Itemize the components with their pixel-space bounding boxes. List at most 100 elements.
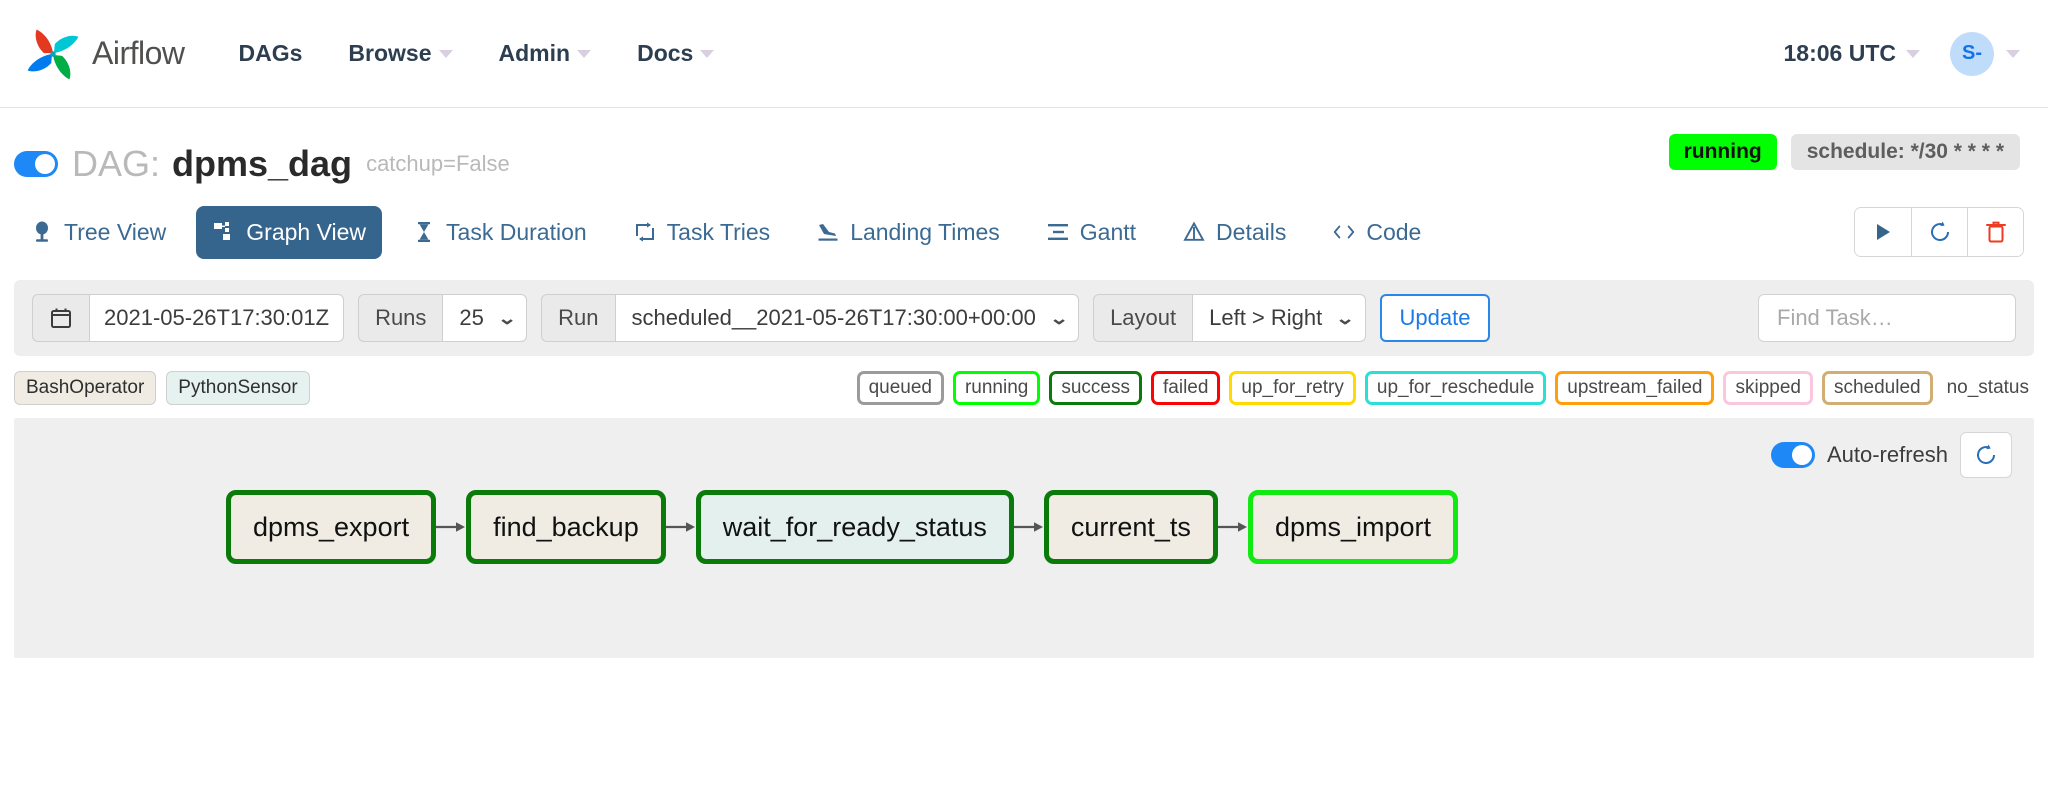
brand-name: Airflow	[92, 35, 185, 72]
dag-run-select[interactable]: scheduled__2021-05-26T17:30:00+00:00 ⌄	[615, 294, 1080, 342]
tab-label: Graph View	[246, 219, 366, 246]
dag-run-value: scheduled__2021-05-26T17:30:00+00:00	[632, 305, 1036, 331]
chevron-down-icon: ⌄	[1335, 310, 1355, 327]
tab-gantt[interactable]: Gantt	[1030, 206, 1152, 259]
graph-icon	[212, 220, 236, 244]
nav-label-admin: Admin	[499, 40, 571, 67]
base-date-group: 2021-05-26T17:30:01Z	[32, 294, 344, 342]
view-tabs: Tree View Graph View Task Duration Task …	[0, 194, 2048, 270]
base-date-input[interactable]: 2021-05-26T17:30:01Z	[89, 294, 344, 342]
refresh-icon	[1928, 220, 1952, 244]
nav-item-browse[interactable]: Browse	[348, 40, 452, 67]
timezone-selector[interactable]: 18:06 UTC	[1784, 40, 1920, 67]
chevron-down-icon: ⌄	[1049, 310, 1069, 327]
status-chip-up-for-reschedule: up_for_reschedule	[1365, 371, 1546, 405]
tab-graph-view[interactable]: Graph View	[196, 206, 382, 259]
run-group: Run scheduled__2021-05-26T17:30:00+00:00…	[541, 294, 1079, 342]
brand-home-link[interactable]: Airflow	[24, 25, 185, 83]
calendar-icon[interactable]	[32, 294, 89, 342]
nav-label-docs: Docs	[637, 40, 693, 67]
triangle-info-icon	[1182, 220, 1206, 244]
status-chip-no-status: no_status	[1942, 371, 2034, 405]
gantt-bars-icon	[1046, 220, 1070, 244]
chevron-down-icon	[439, 50, 453, 58]
auto-refresh-toggle[interactable]	[1771, 442, 1815, 468]
runs-group: Runs 25 ⌄	[358, 294, 527, 342]
page-title: dpms_dag	[172, 143, 352, 185]
refresh-dag-button[interactable]	[1911, 208, 1967, 256]
layout-label: Layout	[1093, 294, 1192, 342]
status-legend: queued running success failed up_for_ret…	[857, 371, 2034, 405]
task-node-dpms-import[interactable]: dpms_import	[1248, 490, 1458, 564]
tab-label: Task Duration	[446, 219, 587, 246]
play-icon	[1872, 221, 1894, 243]
nav-item-docs[interactable]: Docs	[637, 40, 714, 67]
status-chip-upstream-failed: upstream_failed	[1555, 371, 1714, 405]
navbar-right: 18:06 UTC S-	[1784, 32, 2020, 76]
status-chip-queued: queued	[857, 371, 944, 405]
layout-select[interactable]: Left > Right ⌄	[1192, 294, 1365, 342]
schedule-badge[interactable]: schedule: */30 * * * *	[1791, 134, 2020, 170]
dag-pause-toggle[interactable]	[14, 151, 58, 177]
status-chip-skipped: skipped	[1723, 371, 1813, 405]
tab-task-tries[interactable]: Task Tries	[617, 206, 787, 259]
status-badge: running	[1669, 134, 1777, 170]
dag-header: DAG: dpms_dag catchup=False running sche…	[0, 108, 2048, 194]
chevron-down-icon	[577, 50, 591, 58]
dag-catchup-label: catchup=False	[366, 151, 510, 177]
tab-label: Landing Times	[850, 219, 1000, 246]
trash-icon	[1985, 220, 2007, 244]
tab-label: Tree View	[64, 219, 166, 246]
tab-label: Gantt	[1080, 219, 1136, 246]
chevron-down-icon	[1906, 50, 1920, 58]
find-task-input[interactable]: Find Task…	[1758, 294, 2016, 342]
retry-icon	[633, 220, 657, 244]
user-menu[interactable]: S-	[1950, 32, 2020, 76]
edge-arrow-icon	[1014, 520, 1044, 534]
avatar: S-	[1950, 32, 1994, 76]
run-label: Run	[541, 294, 614, 342]
legend-row: BashOperator PythonSensor queued running…	[0, 356, 2048, 418]
num-runs-value: 25	[459, 305, 483, 331]
status-chip-up-for-retry: up_for_retry	[1229, 371, 1355, 405]
delete-dag-button[interactable]	[1967, 208, 2023, 256]
chevron-down-icon: ⌄	[497, 310, 517, 327]
tab-code[interactable]: Code	[1316, 206, 1437, 259]
tab-task-duration[interactable]: Task Duration	[396, 206, 603, 259]
clock-label: 18:06 UTC	[1784, 40, 1896, 67]
airflow-pinwheel-logo	[24, 25, 82, 83]
edge-arrow-icon	[436, 520, 466, 534]
tab-tree-view[interactable]: Tree View	[14, 206, 182, 259]
auto-refresh-label: Auto-refresh	[1827, 442, 1948, 468]
update-button[interactable]: Update	[1380, 294, 1491, 342]
trigger-dag-button[interactable]	[1855, 208, 1911, 256]
task-node-current-ts[interactable]: current_ts	[1044, 490, 1218, 564]
status-chip-failed: failed	[1151, 371, 1220, 405]
top-navbar: Airflow DAGs Browse Admin Docs 18:06 UTC…	[0, 0, 2048, 108]
hourglass-icon	[412, 220, 436, 244]
refresh-icon	[1974, 443, 1998, 467]
tab-landing-times[interactable]: Landing Times	[800, 206, 1016, 259]
task-node-wait-for-ready-status[interactable]: wait_for_ready_status	[696, 490, 1014, 564]
nav-item-dags[interactable]: DAGs	[239, 40, 303, 67]
num-runs-select[interactable]: 25 ⌄	[442, 294, 527, 342]
tab-label: Details	[1216, 219, 1286, 246]
graph-refresh-button[interactable]	[1960, 432, 2012, 478]
dag-badges: running schedule: */30 * * * *	[1669, 134, 2020, 170]
operator-chip-pythonsensor: PythonSensor	[166, 371, 309, 405]
task-node-find-backup[interactable]: find_backup	[466, 490, 666, 564]
graph-canvas[interactable]: Auto-refresh dpms_export find_backup wai…	[14, 418, 2034, 658]
nav-label-dags: DAGs	[239, 40, 303, 67]
status-chip-scheduled: scheduled	[1822, 371, 1933, 405]
nav-item-admin[interactable]: Admin	[499, 40, 592, 67]
chevron-down-icon	[2006, 50, 2020, 58]
edge-arrow-icon	[666, 520, 696, 534]
runs-label: Runs	[358, 294, 442, 342]
status-chip-success: success	[1049, 371, 1142, 405]
tab-details[interactable]: Details	[1166, 206, 1302, 259]
task-node-dpms-export[interactable]: dpms_export	[226, 490, 436, 564]
code-brackets-icon	[1332, 220, 1356, 244]
tree-icon	[30, 220, 54, 244]
dag-prefix-label: DAG:	[72, 143, 160, 185]
operator-legend: BashOperator PythonSensor	[14, 371, 310, 405]
